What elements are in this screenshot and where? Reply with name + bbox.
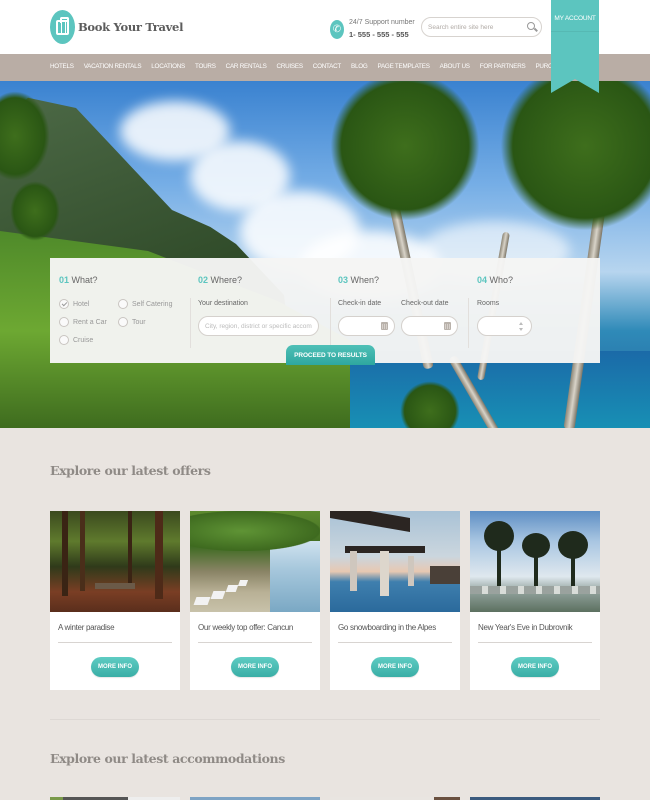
who-column: 04 Who? Rooms	[477, 258, 597, 363]
suitcase-icon	[50, 10, 75, 44]
what-title: 01 What?	[59, 275, 98, 285]
offer-card: Go snowboarding in the Alpes MORE INFO	[330, 511, 460, 690]
destination-label: Your destination	[198, 300, 248, 307]
rooms-label: Rooms	[477, 300, 500, 307]
card-divider	[198, 642, 312, 643]
hero-image	[0, 81, 650, 428]
palm-beach-photo[interactable]	[470, 511, 600, 612]
more-info-button[interactable]: MORE INFO	[231, 657, 279, 677]
nav-item-page-templates[interactable]: PAGE TEMPLATES	[378, 63, 430, 70]
checkmark-icon	[59, 299, 69, 309]
nav-item-about-us[interactable]: ABOUT US	[440, 63, 470, 70]
when-title: 03 When?	[338, 275, 380, 285]
offer-title[interactable]: Our weekly top offer: Cancun	[198, 623, 293, 632]
more-info-button[interactable]: MORE INFO	[371, 657, 419, 677]
my-account-label: MY ACCOUNT	[554, 15, 596, 22]
card-divider	[58, 642, 172, 643]
beach-loungers-photo[interactable]	[190, 511, 320, 612]
destination-input[interactable]	[205, 320, 312, 333]
checkout-field	[401, 316, 458, 336]
offer-card: New Year's Eve in Dubrovnik MORE INFO	[470, 511, 600, 690]
offer-title[interactable]: Go snowboarding in the Alpes	[338, 623, 436, 632]
card-divider	[478, 642, 592, 643]
site-search	[421, 17, 542, 37]
search-input[interactable]	[428, 21, 523, 34]
card-divider	[338, 642, 452, 643]
what-column: 01 What? Hotel Self Catering Rent a Car …	[59, 258, 199, 363]
nav-item-tours[interactable]: TOURS	[195, 63, 216, 70]
nav-item-car-rentals[interactable]: CAR RENTALS	[226, 63, 267, 70]
radio-tour[interactable]: Tour	[118, 317, 146, 327]
column-divider	[330, 298, 331, 348]
destination-field	[198, 316, 319, 336]
logo-text: Book Your Travel	[78, 20, 184, 34]
pool-pergola-photo[interactable]	[330, 511, 460, 612]
checkin-field	[338, 316, 395, 336]
calendar-icon[interactable]	[381, 322, 388, 330]
checkout-label: Check-out date	[401, 300, 449, 307]
support-number: 1- 555 - 555 - 555	[349, 30, 409, 39]
section-divider	[50, 719, 600, 720]
support-label: 24/7 Support number	[349, 19, 415, 26]
calendar-icon[interactable]	[444, 322, 451, 330]
where-title: 02 Where?	[198, 275, 243, 285]
account-divider	[551, 31, 599, 32]
my-account-button[interactable]: MY ACCOUNT	[551, 0, 599, 93]
nav-item-vacation-rentals[interactable]: VACATION RENTALS	[84, 63, 142, 70]
offer-title[interactable]: A winter paradise	[58, 623, 115, 632]
column-divider	[468, 298, 469, 348]
support-contact: ✆ 24/7 Support number 1- 555 - 555 - 555	[330, 17, 415, 41]
nav-item-locations[interactable]: LOCATIONS	[151, 63, 185, 70]
checkin-label: Check-in date	[338, 300, 382, 307]
nav-item-cruises[interactable]: CRUISES	[277, 63, 304, 70]
rooms-field	[477, 316, 532, 336]
offer-card: Our weekly top offer: Cancun MORE INFO	[190, 511, 320, 690]
nav-item-hotels[interactable]: HOTELS	[50, 63, 74, 70]
radio-hotel[interactable]: Hotel	[59, 299, 89, 309]
radio-self-catering[interactable]: Self Catering	[118, 299, 172, 309]
column-divider	[190, 298, 191, 348]
accommodations-title: Explore our latest accommodations	[50, 751, 285, 766]
offers-title: Explore our latest offers	[50, 463, 211, 478]
forest-photo[interactable]	[50, 511, 180, 612]
more-info-button[interactable]: MORE INFO	[91, 657, 139, 677]
search-icon[interactable]	[527, 22, 535, 30]
who-title: 04 Who?	[477, 275, 514, 285]
offer-card: A winter paradise MORE INFO	[50, 511, 180, 690]
phone-icon: ✆	[330, 19, 344, 39]
offer-title[interactable]: New Year's Eve in Dubrovnik	[478, 623, 573, 632]
nav-item-contact[interactable]: CONTACT	[313, 63, 341, 70]
logo[interactable]: Book Your Travel	[50, 10, 183, 44]
more-info-button[interactable]: MORE INFO	[511, 657, 559, 677]
radio-rent-a-car[interactable]: Rent a Car	[59, 317, 107, 327]
radio-cruise[interactable]: Cruise	[59, 335, 93, 345]
proceed-to-results-button[interactable]: PROCEED TO RESULTS	[286, 345, 375, 365]
nav-item-for-partners[interactable]: FOR PARTNERS	[480, 63, 526, 70]
nav-item-blog[interactable]: BLOG	[351, 63, 368, 70]
spinner-arrows-icon[interactable]	[519, 322, 524, 331]
